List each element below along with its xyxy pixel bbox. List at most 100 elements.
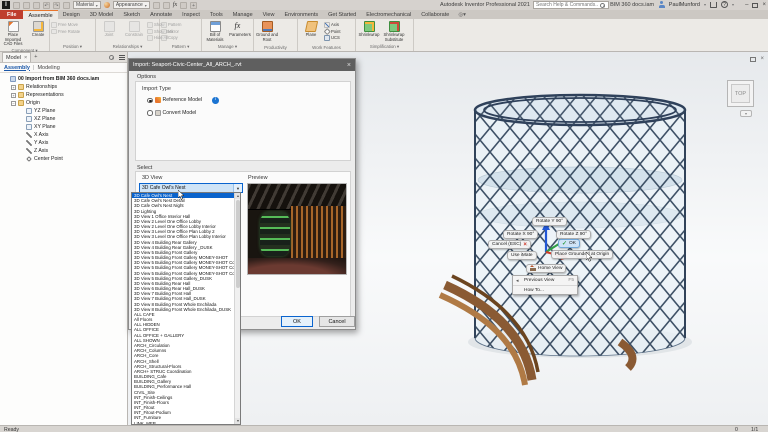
tab-sketch[interactable]: Sketch <box>118 10 145 19</box>
parameters-button[interactable]: Parameters <box>228 20 252 38</box>
tab-annotate[interactable]: Annotate <box>145 10 177 19</box>
reference-model-radio[interactable]: Reference Model i <box>147 97 219 104</box>
tab-design[interactable]: Design <box>58 10 85 19</box>
inventor-logo-icon[interactable]: I <box>2 1 10 9</box>
ok-button[interactable]: ✓OK <box>558 239 580 248</box>
scroll-up-icon[interactable]: ▲ <box>235 193 241 199</box>
view-option[interactable]: 3D View 5 Building Front Gallery MONEY-S… <box>132 265 234 270</box>
tab-assemble[interactable]: Assemble <box>23 10 57 19</box>
shrinkwrap-substitute-button[interactable]: Shrinkwrap Substitute <box>382 20 406 42</box>
chevron-down-icon[interactable]: ▾ <box>704 2 706 7</box>
tab-inspect[interactable]: Inspect <box>177 10 205 19</box>
tab-file[interactable]: File <box>0 10 23 19</box>
axis-button[interactable]: Axis <box>324 22 341 28</box>
tab-environments[interactable]: Environments <box>279 10 323 19</box>
dialog-titlebar[interactable]: Import: Seaport-Civic-Center_All_ARCH_.r… <box>129 59 355 71</box>
browser-tab-model[interactable]: Model × <box>2 52 31 62</box>
close-button[interactable]: × <box>762 2 766 8</box>
tree-item-xz-plane[interactable]: XZ Plane <box>0 115 127 123</box>
panel-label-position[interactable]: Position ▾ <box>51 43 94 52</box>
shrinkwrap-button[interactable]: Shrinkwrap <box>357 20 381 38</box>
rotate-y-90-button[interactable]: Rotate Y 90° <box>532 217 567 226</box>
info-icon[interactable]: i <box>212 97 219 104</box>
menu-item-how-to[interactable]: How To... <box>513 286 577 294</box>
restore-button[interactable] <box>752 3 758 8</box>
tab-electromechanical[interactable]: Electromechanical <box>361 10 416 19</box>
cart-icon[interactable] <box>710 2 717 8</box>
panel-label-manage[interactable]: Manage ▾ <box>203 43 252 52</box>
plane-button[interactable]: Plane <box>299 20 323 38</box>
material-select[interactable]: Material▾ <box>73 1 101 9</box>
tree-item-xy-plane[interactable]: XY Plane <box>0 123 127 131</box>
open-file-icon[interactable] <box>23 2 30 9</box>
scroll-down-icon[interactable]: ▼ <box>235 418 241 424</box>
rotate-z-90-button[interactable]: Rotate Z 90° <box>556 230 591 239</box>
menu-item-previous-view[interactable]: ◂Previous ViewF5 <box>513 276 577 286</box>
dialog-close-icon[interactable]: × <box>347 62 351 69</box>
update-icon[interactable] <box>63 2 70 9</box>
dropdown-scrollbar[interactable]: ▲ ▼ <box>234 193 240 424</box>
dialog-ok-button[interactable]: OK <box>281 316 313 327</box>
redo-icon[interactable]: ↷ <box>53 2 60 9</box>
ribbon-options-icon[interactable]: ◎▾ <box>458 12 466 18</box>
tab-modeling[interactable]: Modeling <box>37 65 59 71</box>
plus-icon[interactable]: + <box>190 2 197 9</box>
measure-icon[interactable] <box>180 2 187 9</box>
browser-menu-icon[interactable] <box>119 55 125 56</box>
ground-and-root-button[interactable]: Ground and Root <box>255 20 279 42</box>
scrollbar-thumb[interactable] <box>236 200 241 288</box>
search-input[interactable] <box>534 2 600 8</box>
bill-of-materials-button[interactable]: Bill of Materials <box>203 20 227 42</box>
tree-toggle[interactable]: + <box>11 85 16 90</box>
doc-restore-button[interactable] <box>750 57 756 62</box>
tab-collaborate[interactable]: Collaborate <box>416 10 454 19</box>
view-option[interactable]: 3D View 5 Building Front Gallery MONEY-S… <box>132 271 234 276</box>
panel-label-simplification[interactable]: Simplification ▾ <box>357 43 412 52</box>
chevron-down-icon[interactable]: ▾ <box>732 2 734 7</box>
help-icon[interactable]: ? <box>721 1 728 8</box>
browser-add-tab-button[interactable]: + <box>34 54 37 60</box>
tab-manage[interactable]: Manage <box>228 10 258 19</box>
tree-item-yz-plane[interactable]: YZ Plane <box>0 107 127 115</box>
use-imate-button[interactable]: Use iMate <box>507 251 537 260</box>
adjust-icon[interactable] <box>153 2 160 9</box>
place-imported-cad-files-button[interactable]: Place Imported CAD Files <box>1 20 25 47</box>
browser-tab-close-icon[interactable]: × <box>24 55 27 61</box>
home-view-button[interactable]: Home View <box>526 264 566 273</box>
tree-toggle[interactable]: + <box>11 93 16 98</box>
tab-3d-model[interactable]: 3D Model <box>85 10 119 19</box>
tree-item-relationships[interactable]: +Relationships <box>0 83 127 91</box>
undo-icon[interactable]: ↶ <box>43 2 50 9</box>
ucs-button[interactable]: UCS <box>324 35 341 41</box>
rotate-x-90-button[interactable]: Rotate X 90° <box>503 230 538 239</box>
browser-search-icon[interactable] <box>109 55 114 60</box>
tree-toggle[interactable]: − <box>11 101 16 106</box>
user-name[interactable]: PaulMunford <box>669 2 700 8</box>
parameters-fx-icon[interactable]: fx <box>173 2 177 8</box>
panel-label-pattern[interactable]: Pattern ▾ <box>161 43 200 52</box>
tab-assembly[interactable]: Assembly <box>4 65 30 71</box>
tab-get-started[interactable]: Get Started <box>323 10 361 19</box>
tab-view[interactable]: View <box>258 10 280 19</box>
tree-item-z-axis[interactable]: Z Axis <box>0 147 127 155</box>
create-component-button[interactable]: Create <box>26 20 50 38</box>
navigation-bar[interactable]: ▾ <box>740 110 752 117</box>
panel-label-relationships[interactable]: Relationships ▾ <box>97 43 158 52</box>
tree-item-y-axis[interactable]: Y Axis <box>0 139 127 147</box>
new-file-icon[interactable] <box>13 2 20 9</box>
dialog-cancel-button[interactable]: Cancel <box>319 316 355 327</box>
view-option[interactable]: 3D View 3 Level One Office Plan Lobby In… <box>132 234 234 239</box>
tree-item-origin[interactable]: −Origin <box>0 99 127 107</box>
tree-item-representations[interactable]: +Representations <box>0 91 127 99</box>
save-icon[interactable] <box>33 2 40 9</box>
convert-model-radio[interactable]: Convert Model <box>147 110 196 116</box>
tab-tools[interactable]: Tools <box>205 10 228 19</box>
point-button[interactable]: Point <box>324 29 341 35</box>
cancel-esc-button[interactable]: Cancel (ESC)× <box>488 240 531 249</box>
combo-dropdown-button[interactable]: ▼ <box>233 184 242 192</box>
tree-item-00-import-from-bim-360-docs-iam[interactable]: 00 Import from BIM 360 docs.iam <box>0 75 127 83</box>
tree-item-center-point[interactable]: Center Point <box>0 155 127 163</box>
doc-close-button[interactable]: × <box>760 56 764 62</box>
minimize-button[interactable]: – <box>745 2 748 8</box>
color-icon[interactable] <box>163 2 170 9</box>
